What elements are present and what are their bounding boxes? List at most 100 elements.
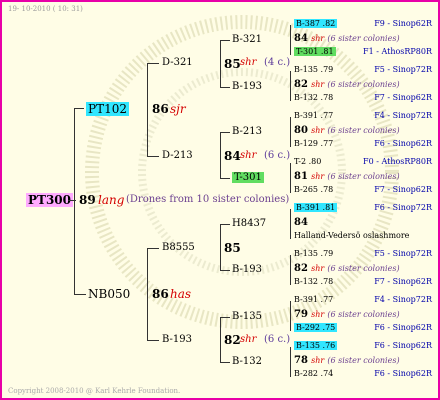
- connector: [74, 294, 86, 295]
- gen4-mid: 84: [294, 218, 308, 228]
- gen4-low-origin: F1 - AthosRP80R: [363, 47, 432, 56]
- root-num: 89: [79, 193, 96, 207]
- connector: [74, 108, 84, 109]
- gen4-mid-num: 82: [294, 79, 308, 90]
- gen4-top-id[interactable]: B-387 .82: [294, 19, 338, 28]
- gen4-mid: 79 shr (6 sister colonies): [294, 310, 400, 320]
- gen4-top-id-label: T-2 .80: [294, 157, 322, 166]
- gen3-id-2[interactable]: B-213: [232, 127, 262, 137]
- connector: [74, 108, 75, 294]
- gen4-mid-num: 78: [294, 355, 308, 366]
- gen4-low-origin: F6 - Sinop62R: [374, 323, 432, 332]
- gen2-id-3[interactable]: B-193: [162, 335, 192, 345]
- gen4-top-id[interactable]: T-2 .80: [294, 158, 321, 166]
- gen4-mid-note: (6 sister colonies): [327, 310, 400, 319]
- gen4-low-id[interactable]: B-282 .74: [294, 370, 333, 378]
- gen4-top-id-label: B-135 .79: [294, 249, 334, 258]
- gen4-mid-tag: shr: [311, 310, 325, 319]
- connector: [147, 63, 159, 64]
- gen3-id-3[interactable]: T-301: [232, 172, 264, 183]
- gen2-note-0: (4 c.): [264, 57, 291, 68]
- gen1-tag-0: sjr: [170, 102, 186, 116]
- gen4-low-id-label: B-132 .78: [294, 93, 334, 102]
- gen3-id-6[interactable]: B-135: [232, 312, 262, 322]
- gen2-num-3: 82: [224, 333, 241, 347]
- gen4-top-origin: F6 - Sinop72R: [374, 203, 432, 212]
- connector: [147, 340, 159, 341]
- gen3-id-0[interactable]: B-321: [232, 35, 262, 45]
- gen3-id-4[interactable]: H8437: [232, 219, 266, 229]
- gen3-id-3-label: T-301: [232, 172, 264, 183]
- header-date: 19- 10-2010 ( 10: 31): [8, 5, 83, 13]
- gen4-mid: 82 shr (6 sister colonies): [294, 80, 400, 90]
- connector: [290, 347, 291, 377]
- connector: [290, 209, 291, 239]
- gen4-low-id[interactable]: Halland-Vedersö oslashmore: [294, 232, 409, 240]
- gen4-mid-num: 84: [294, 217, 308, 228]
- connector: [147, 248, 148, 340]
- root-id-label: PT300: [26, 193, 74, 207]
- gen4-low-origin: F7 - Sinop62R: [374, 93, 432, 102]
- gen4-mid-tag: shr: [311, 356, 325, 365]
- gen1-id-0[interactable]: PT102: [86, 102, 129, 116]
- connector: [220, 132, 221, 178]
- gen4-low-id-label: B-292 .75: [294, 323, 338, 332]
- gen4-top-id-label: B-391 .77: [294, 111, 334, 120]
- gen2-note-3: (6 c.): [264, 334, 291, 345]
- gen2-num-2: 85: [224, 241, 241, 255]
- gen1-id-1[interactable]: NB050: [88, 288, 130, 300]
- gen4-top-id[interactable]: B-135 .76: [294, 341, 338, 350]
- gen4-low-id-label: B-282 .74: [294, 369, 334, 378]
- gen4-top-id-label: B-387 .82: [294, 19, 338, 28]
- gen4-low-id[interactable]: B-265 .78: [294, 186, 333, 194]
- connector: [220, 40, 221, 87]
- gen4-mid-tag: shr: [311, 34, 325, 43]
- connector: [220, 224, 221, 270]
- gen4-mid-note: (6 sister colonies): [327, 264, 400, 273]
- gen3-id-1[interactable]: B-193: [232, 82, 262, 92]
- gen4-mid: 81 shr (6 sister colonies): [294, 172, 400, 182]
- connector: [220, 224, 230, 225]
- gen4-low-id-label: T-301 .81: [294, 47, 336, 56]
- gen4-mid: 82 shr (6 sister colonies): [294, 264, 400, 274]
- connector: [220, 40, 230, 41]
- gen4-low-id-label: Halland-Vedersö oslashmore: [294, 231, 410, 240]
- gen4-low-origin: F7 - Sinop62R: [374, 185, 432, 194]
- connector: [220, 362, 230, 363]
- gen4-top-origin: F9 - Sinop62R: [374, 19, 432, 28]
- gen4-mid-tag: shr: [311, 264, 325, 273]
- connector: [220, 178, 230, 179]
- gen4-mid: 78 shr (6 sister colonies): [294, 356, 400, 366]
- gen4-top-id[interactable]: B-391 .77: [294, 112, 333, 120]
- gen4-low-id[interactable]: T-301 .81: [294, 47, 336, 56]
- gen4-low-id[interactable]: B-129 .77: [294, 140, 333, 148]
- root-id[interactable]: PT300: [26, 193, 74, 207]
- connector: [147, 156, 159, 157]
- gen1-num-0: 86: [152, 102, 169, 116]
- gen3-id-5[interactable]: B-193: [232, 265, 262, 275]
- gen4-top-id[interactable]: B-135 .79: [294, 250, 333, 258]
- connector: [290, 71, 291, 101]
- gen4-mid-note: (6 sister colonies): [327, 356, 400, 365]
- gen1-id-0-label: PT102: [86, 102, 129, 116]
- gen3-id-7[interactable]: B-132: [232, 357, 262, 367]
- gen4-top-origin: F0 - AthosRP80R: [363, 157, 432, 166]
- gen2-id-2[interactable]: B8555: [162, 243, 195, 253]
- connector: [290, 255, 291, 285]
- gen4-low-id[interactable]: B-132 .78: [294, 278, 333, 286]
- gen4-top-origin: F5 - Sinop72R: [374, 65, 432, 74]
- gen4-low-id[interactable]: B-292 .75: [294, 323, 338, 332]
- gen2-id-0[interactable]: D-321: [162, 58, 193, 68]
- gen2-tag-3: shr: [240, 334, 257, 345]
- gen4-top-id[interactable]: B-391 .77: [294, 296, 333, 304]
- gen4-top-id[interactable]: B-391 .81: [294, 203, 338, 212]
- gen4-mid-tag: shr: [311, 126, 325, 135]
- gen4-low-origin: F6 - Sinop62R: [374, 369, 432, 378]
- gen4-mid-tag: shr: [311, 80, 325, 89]
- connector: [220, 270, 230, 271]
- gen4-low-id[interactable]: B-132 .78: [294, 94, 333, 102]
- gen2-id-1[interactable]: D-213: [162, 151, 193, 161]
- gen4-top-id[interactable]: B-135 .79: [294, 66, 333, 74]
- gen4-mid-num: 82: [294, 263, 308, 274]
- gen2-tag-0: shr: [240, 57, 257, 68]
